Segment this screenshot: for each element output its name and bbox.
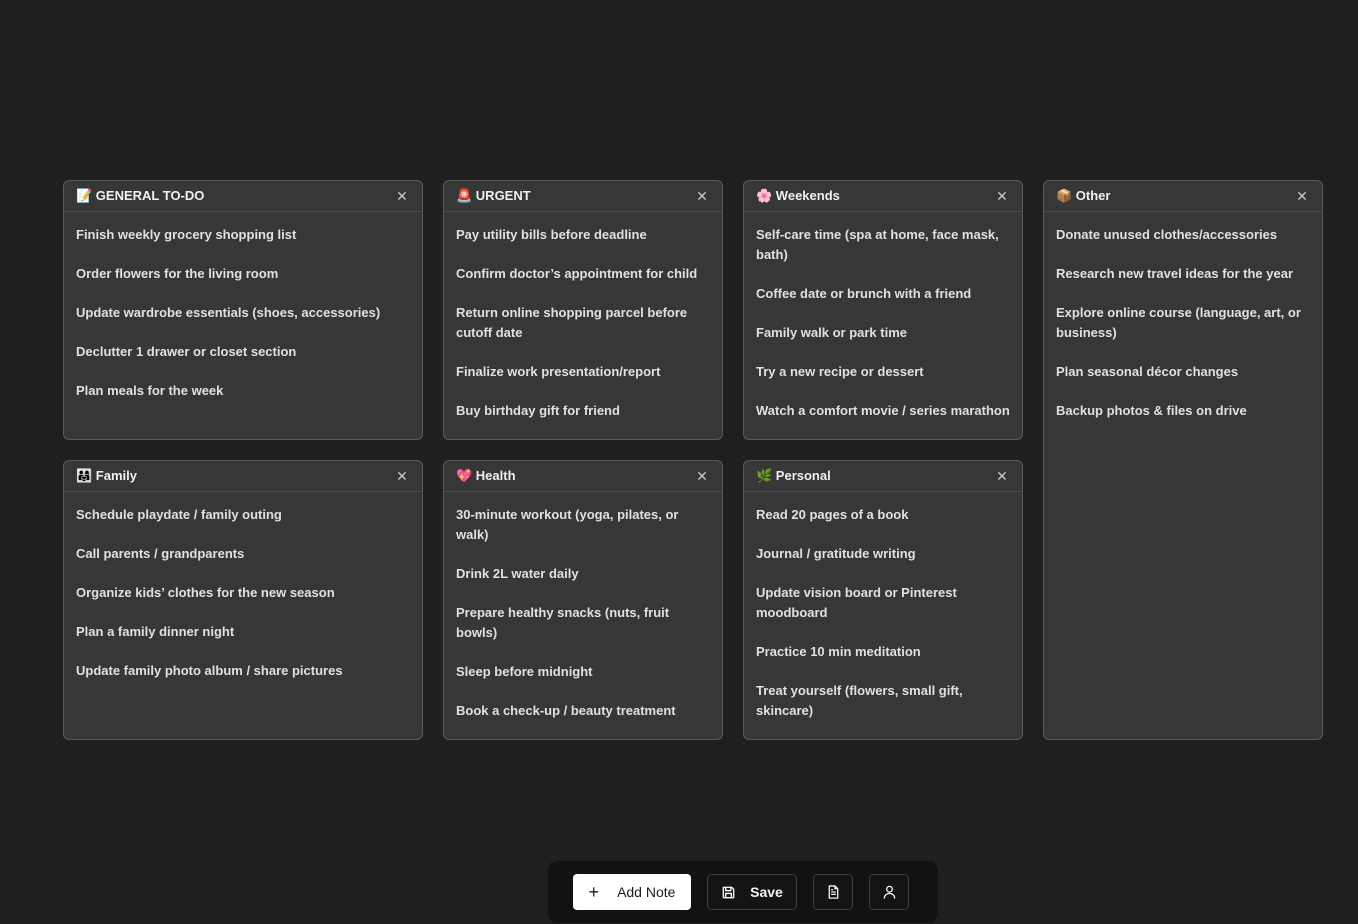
list-item: Sleep before midnight bbox=[456, 664, 593, 679]
list-item: Plan meals for the week bbox=[76, 383, 224, 398]
list-item: Book a check-up / beauty treatment bbox=[456, 703, 676, 718]
list-item: Journal / gratitude writing bbox=[756, 546, 916, 561]
add-note-label: Add Note bbox=[617, 884, 676, 900]
close-icon[interactable]: ✕ bbox=[1294, 188, 1310, 204]
profile-button[interactable] bbox=[869, 874, 909, 910]
note-title: 📝 GENERAL TO-DO bbox=[76, 188, 205, 203]
note-body[interactable]: Donate unused clothes/accessories Resear… bbox=[1044, 212, 1322, 421]
note-urgent[interactable]: 🚨 URGENT ✕ Pay utility bills before dead… bbox=[443, 180, 723, 440]
list-item: 30-minute workout (yoga, pilates, or wal… bbox=[456, 507, 679, 542]
note-title: 📦 Other bbox=[1056, 188, 1111, 203]
add-note-button[interactable]: + Add Note bbox=[573, 874, 691, 910]
note-header[interactable]: 📝 GENERAL TO-DO ✕ bbox=[64, 181, 422, 212]
note-header[interactable]: 💖 Health ✕ bbox=[444, 461, 722, 492]
note-title: 🌿 Personal bbox=[756, 468, 831, 483]
list-item: Explore online course (language, art, or… bbox=[1056, 305, 1301, 340]
list-item: Self-care time (spa at home, face mask, … bbox=[756, 227, 999, 262]
note-body[interactable]: Pay utility bills before deadline Confir… bbox=[444, 212, 722, 421]
list-item: Pay utility bills before deadline bbox=[456, 227, 647, 242]
list-item: Try a new recipe or dessert bbox=[756, 364, 924, 379]
note-header[interactable]: 🌸 Weekends ✕ bbox=[744, 181, 1022, 212]
note-health[interactable]: 💖 Health ✕ 30-minute workout (yoga, pila… bbox=[443, 460, 723, 740]
bottom-toolbar: + Add Note Save bbox=[548, 861, 938, 923]
list-item: Update family photo album / share pictur… bbox=[76, 663, 343, 678]
note-title: 🚨 URGENT bbox=[456, 188, 531, 203]
note-title: 🌸 Weekends bbox=[756, 188, 840, 203]
list-item: Prepare healthy snacks (nuts, fruit bowl… bbox=[456, 605, 670, 640]
document-icon bbox=[828, 885, 838, 899]
list-item: Return online shopping parcel before cut… bbox=[456, 305, 688, 340]
list-item: Confirm doctor’s appointment for child bbox=[456, 266, 698, 281]
list-item: Call parents / grandparents bbox=[76, 546, 245, 561]
close-icon[interactable]: ✕ bbox=[994, 188, 1010, 204]
list-item: Research new travel ideas for the year bbox=[1056, 266, 1294, 281]
close-icon[interactable]: ✕ bbox=[694, 468, 710, 484]
close-icon[interactable]: ✕ bbox=[394, 468, 410, 484]
list-item: Coffee date or brunch with a friend bbox=[756, 286, 972, 301]
save-icon bbox=[722, 886, 735, 898]
list-item: Finalize work presentation/report bbox=[456, 364, 661, 379]
list-item: Schedule playdate / family outing bbox=[76, 507, 282, 522]
list-item: Buy birthday gift for friend bbox=[456, 403, 620, 418]
note-weekends[interactable]: 🌸 Weekends ✕ Self-care time (spa at home… bbox=[743, 180, 1023, 440]
list-item: Donate unused clothes/accessories bbox=[1056, 227, 1278, 242]
list-item: Order flowers for the living room bbox=[76, 266, 279, 281]
note-body[interactable]: 30-minute workout (yoga, pilates, or wal… bbox=[444, 492, 722, 721]
user-icon bbox=[883, 885, 895, 899]
note-family[interactable]: 👨‍👩‍👧 Family ✕ Schedule playdate / famil… bbox=[63, 460, 423, 740]
list-item: Drink 2L water daily bbox=[456, 566, 579, 581]
list-item: Treat yourself (flowers, small gift, ski… bbox=[756, 683, 963, 718]
list-item: Practice 10 min meditation bbox=[756, 644, 921, 659]
list-item: Watch a comfort movie / series marathon bbox=[756, 403, 1010, 418]
note-body[interactable]: Self-care time (spa at home, face mask, … bbox=[744, 212, 1022, 421]
close-icon[interactable]: ✕ bbox=[994, 468, 1010, 484]
note-header[interactable]: 👨‍👩‍👧 Family ✕ bbox=[64, 461, 422, 492]
list-item: Plan a family dinner night bbox=[76, 624, 235, 639]
close-icon[interactable]: ✕ bbox=[394, 188, 410, 204]
list-item: Backup photos & files on drive bbox=[1056, 403, 1247, 418]
list-item: Plan seasonal décor changes bbox=[1056, 364, 1239, 379]
plus-icon: + bbox=[588, 881, 600, 902]
note-body[interactable]: Schedule playdate / family outing Call p… bbox=[64, 492, 422, 681]
document-button[interactable] bbox=[813, 874, 853, 910]
list-item: Family walk or park time bbox=[756, 325, 908, 340]
list-item: Update wardrobe essentials (shoes, acces… bbox=[76, 305, 381, 320]
note-title: 👨‍👩‍👧 Family bbox=[76, 468, 137, 483]
note-general-todo[interactable]: 📝 GENERAL TO-DO ✕ Finish weekly grocery … bbox=[63, 180, 423, 440]
save-button[interactable]: Save bbox=[707, 874, 797, 910]
note-header[interactable]: 🚨 URGENT ✕ bbox=[444, 181, 722, 212]
list-item: Read 20 pages of a book bbox=[756, 507, 909, 522]
note-body[interactable]: Finish weekly grocery shopping list Orde… bbox=[64, 212, 422, 401]
save-label: Save bbox=[750, 884, 783, 900]
note-other[interactable]: 📦 Other ✕ Donate unused clothes/accessor… bbox=[1043, 180, 1323, 740]
board-canvas[interactable]: 📝 GENERAL TO-DO ✕ Finish weekly grocery … bbox=[0, 0, 1358, 924]
note-header[interactable]: 🌿 Personal ✕ bbox=[744, 461, 1022, 492]
list-item: Declutter 1 drawer or closet section bbox=[76, 344, 297, 359]
close-icon[interactable]: ✕ bbox=[694, 188, 710, 204]
note-title: 💖 Health bbox=[456, 468, 516, 483]
list-item: Update vision board or Pinterest moodboa… bbox=[756, 585, 957, 620]
note-header[interactable]: 📦 Other ✕ bbox=[1044, 181, 1322, 212]
note-personal[interactable]: 🌿 Personal ✕ Read 20 pages of a book Jou… bbox=[743, 460, 1023, 740]
list-item: Organize kids’ clothes for the new seaso… bbox=[76, 585, 335, 600]
note-body[interactable]: Read 20 pages of a book Journal / gratit… bbox=[744, 492, 1022, 721]
list-item: Finish weekly grocery shopping list bbox=[76, 227, 297, 242]
